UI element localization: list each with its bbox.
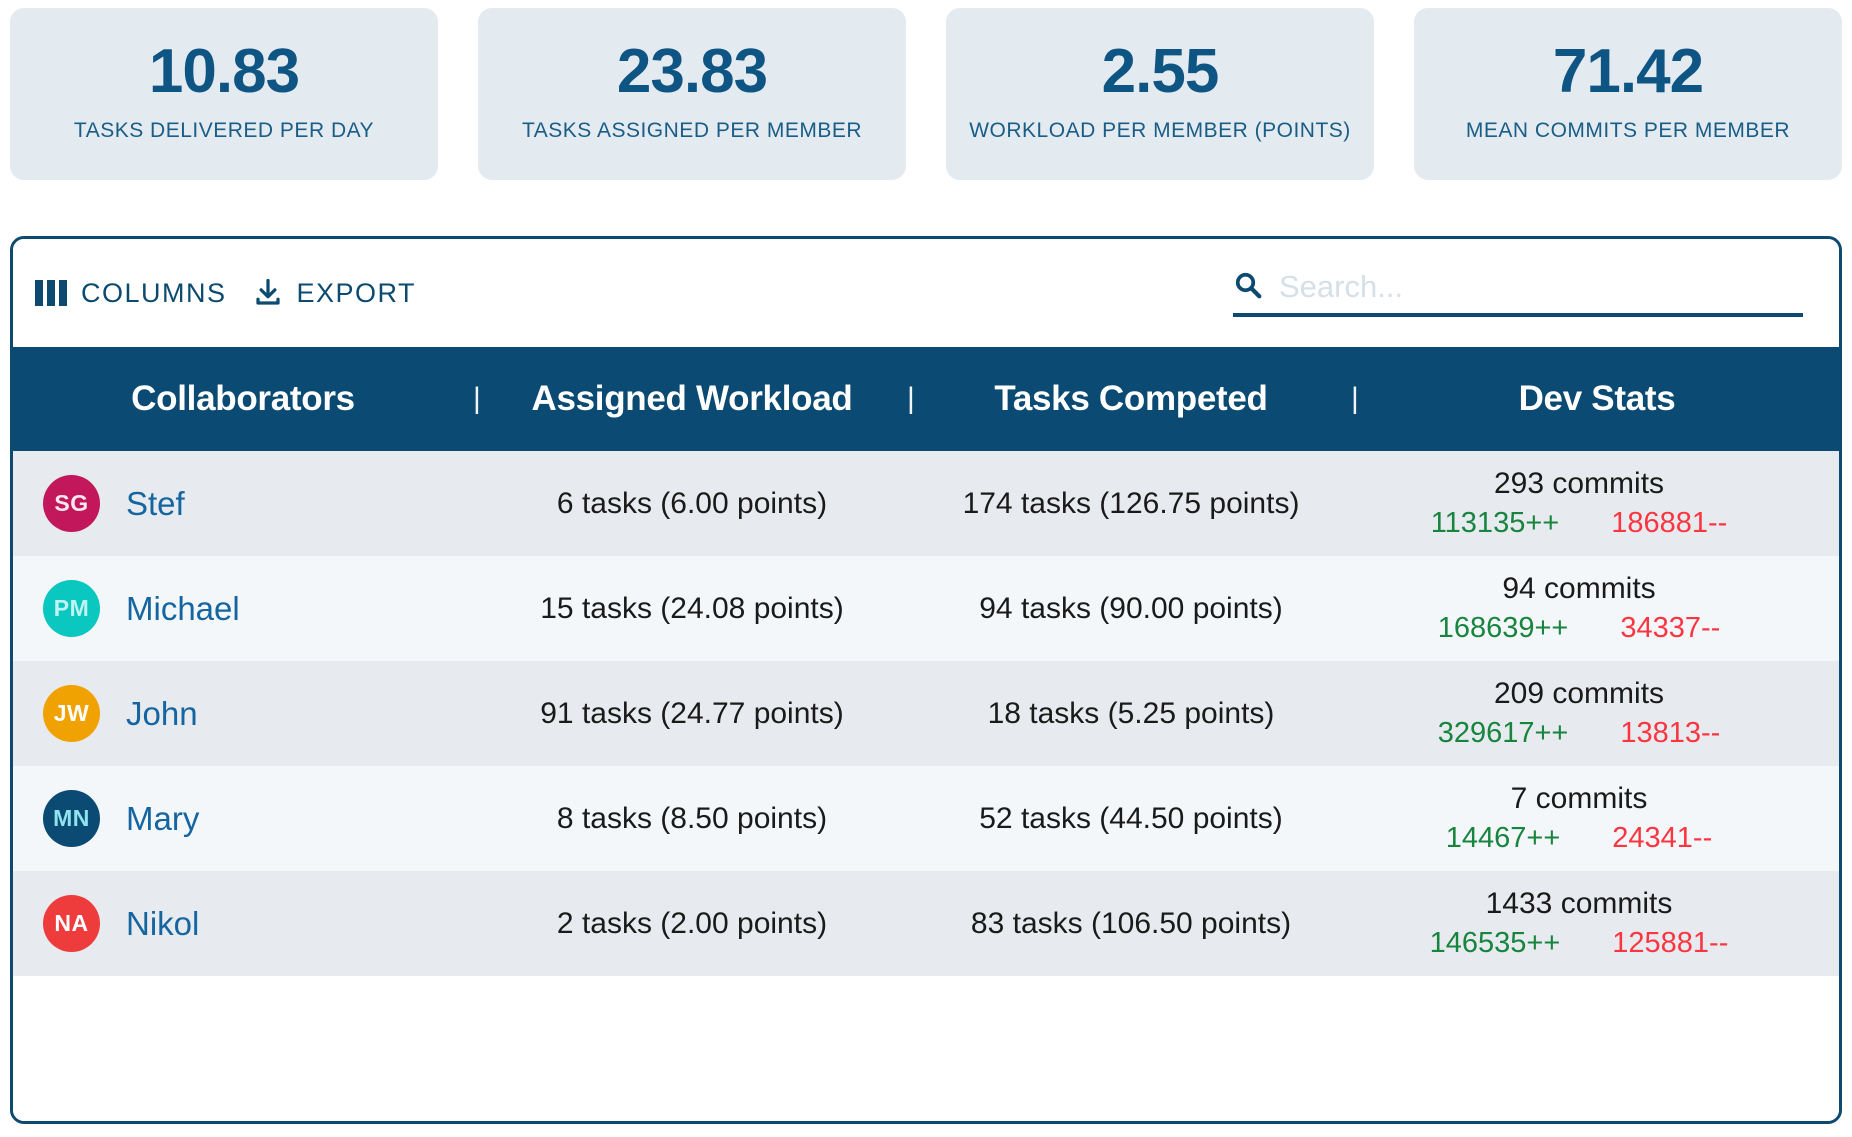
commits-count: 293 commits [1493, 467, 1665, 500]
cell-collaborator: PM Michael [13, 580, 473, 637]
additions-deletions: 14467++ 24341-- [1446, 822, 1712, 855]
deletions-count: 125881-- [1612, 927, 1729, 959]
additions-count: 168639++ [1437, 612, 1569, 644]
deletions-count: 13813-- [1620, 717, 1721, 749]
column-header-assigned-workload[interactable]: Assigned Workload [477, 379, 907, 419]
collaborators-table-panel: COLUMNS EXPORT Search... Collaborators |… [10, 236, 1842, 1124]
search-input[interactable] [1279, 269, 1803, 305]
avatar: JW [43, 685, 100, 742]
cell-collaborator: JW John [13, 685, 473, 742]
avatar: PM [43, 580, 100, 637]
deletions-count: 34337-- [1620, 612, 1721, 644]
search-field[interactable] [1233, 269, 1803, 317]
cell-tasks-competed: 94 tasks (90.00 points) [979, 591, 1283, 625]
download-icon [253, 277, 283, 309]
collaborator-name[interactable]: Michael [126, 590, 240, 628]
table-header-row: Collaborators | Assigned Workload | Task… [13, 347, 1839, 451]
cell-tasks-competed: 174 tasks (126.75 points) [962, 486, 1300, 520]
table-row[interactable]: SG Stef 6 tasks (6.00 points) 174 tasks … [13, 451, 1839, 556]
cell-tasks-competed: 83 tasks (106.50 points) [970, 906, 1292, 940]
cell-dev-stats: 94 commits 168639++ 34337-- [1355, 572, 1839, 645]
kpi-label: MEAN COMMITS PER MEMBER [1465, 118, 1791, 142]
avatar: SG [43, 475, 100, 532]
deletions-count: 186881-- [1611, 507, 1728, 539]
commits-count: 7 commits [1510, 782, 1648, 815]
cell-collaborator: NA Nikol [13, 895, 473, 952]
table-row[interactable]: PM Michael 15 tasks (24.08 points) 94 ta… [13, 556, 1839, 661]
cell-dev-stats: 293 commits 113135++ 186881-- [1355, 467, 1839, 540]
additions-deletions: 146535++ 125881-- [1430, 927, 1729, 960]
cell-assigned-workload: 8 tasks (8.50 points) [556, 801, 828, 835]
avatar: NA [43, 895, 100, 952]
kpi-label: WORKLOAD PER MEMBER (POINTS) [969, 118, 1351, 142]
cell-dev-stats: 1433 commits 146535++ 125881-- [1355, 887, 1839, 960]
dashboard-page: 10.83 TASKS DELIVERED PER DAY 23.83 TASK… [0, 0, 1852, 1137]
columns-button[interactable]: COLUMNS [35, 278, 227, 309]
collaborator-name[interactable]: John [126, 695, 198, 733]
search-icon [1233, 270, 1263, 305]
kpi-card-tasks-delivered-per-day: 10.83 TASKS DELIVERED PER DAY [10, 8, 438, 180]
additions-count: 14467++ [1445, 822, 1561, 854]
column-header-tasks-competed[interactable]: Tasks Competed [911, 379, 1351, 419]
additions-deletions: 113135++ 186881-- [1431, 507, 1728, 540]
avatar: MN [43, 790, 100, 847]
column-header-collaborators[interactable]: Collaborators [13, 379, 473, 419]
cell-dev-stats: 7 commits 14467++ 24341-- [1355, 782, 1839, 855]
commits-count: 94 commits [1502, 572, 1656, 605]
kpi-value: 10.83 [148, 37, 300, 107]
table-row[interactable]: MN Mary 8 tasks (8.50 points) 52 tasks (… [13, 766, 1839, 871]
cell-collaborator: MN Mary [13, 790, 473, 847]
export-button[interactable]: EXPORT [253, 277, 417, 309]
table-row[interactable]: NA Nikol 2 tasks (2.00 points) 83 tasks … [13, 871, 1839, 976]
collaborator-name[interactable]: Stef [126, 485, 185, 523]
kpi-label: TASKS DELIVERED PER DAY [73, 118, 375, 142]
column-separator: | [473, 382, 481, 415]
kpi-card-mean-commits-per-member: 71.42 MEAN COMMITS PER MEMBER [1414, 8, 1842, 180]
table-body: SG Stef 6 tasks (6.00 points) 174 tasks … [13, 451, 1839, 1121]
table-toolbar: COLUMNS EXPORT [13, 239, 1839, 347]
cell-assigned-workload: 91 tasks (24.77 points) [540, 696, 844, 730]
columns-button-label: COLUMNS [81, 277, 227, 308]
additions-count: 329617++ [1437, 717, 1569, 749]
cell-assigned-workload: 15 tasks (24.08 points) [540, 591, 844, 625]
kpi-value: 23.83 [616, 37, 768, 107]
kpi-value: 2.55 [1101, 37, 1220, 107]
commits-count: 209 commits [1493, 677, 1665, 710]
cell-assigned-workload: 6 tasks (6.00 points) [556, 486, 828, 520]
kpi-label: TASKS ASSIGNED PER MEMBER [521, 118, 863, 142]
cell-assigned-workload: 2 tasks (2.00 points) [556, 906, 828, 940]
commits-count: 1433 commits [1485, 887, 1673, 920]
columns-icon [35, 280, 67, 306]
additions-deletions: 168639++ 34337-- [1438, 612, 1721, 645]
table-row[interactable]: JW John 91 tasks (24.77 points) 18 tasks… [13, 661, 1839, 766]
cell-dev-stats: 209 commits 329617++ 13813-- [1355, 677, 1839, 750]
kpi-card-workload-per-member: 2.55 WORKLOAD PER MEMBER (POINTS) [946, 8, 1374, 180]
additions-count: 113135++ [1430, 507, 1560, 539]
collaborator-name[interactable]: Mary [126, 800, 199, 838]
column-header-dev-stats[interactable]: Dev Stats [1355, 379, 1839, 419]
collaborator-name[interactable]: Nikol [126, 905, 199, 943]
cell-collaborator: SG Stef [13, 475, 473, 532]
deletions-count: 24341-- [1612, 822, 1713, 854]
kpi-value: 71.42 [1552, 37, 1704, 107]
kpi-card-tasks-assigned-per-member: 23.83 TASKS ASSIGNED PER MEMBER [478, 8, 906, 180]
additions-count: 146535++ [1429, 927, 1561, 959]
column-separator: | [907, 382, 915, 415]
additions-deletions: 329617++ 13813-- [1438, 717, 1721, 750]
kpi-card-row: 10.83 TASKS DELIVERED PER DAY 23.83 TASK… [0, 0, 1852, 180]
cell-tasks-competed: 52 tasks (44.50 points) [979, 801, 1283, 835]
column-separator: | [1351, 382, 1359, 415]
cell-tasks-competed: 18 tasks (5.25 points) [987, 696, 1275, 730]
export-button-label: EXPORT [296, 277, 417, 308]
